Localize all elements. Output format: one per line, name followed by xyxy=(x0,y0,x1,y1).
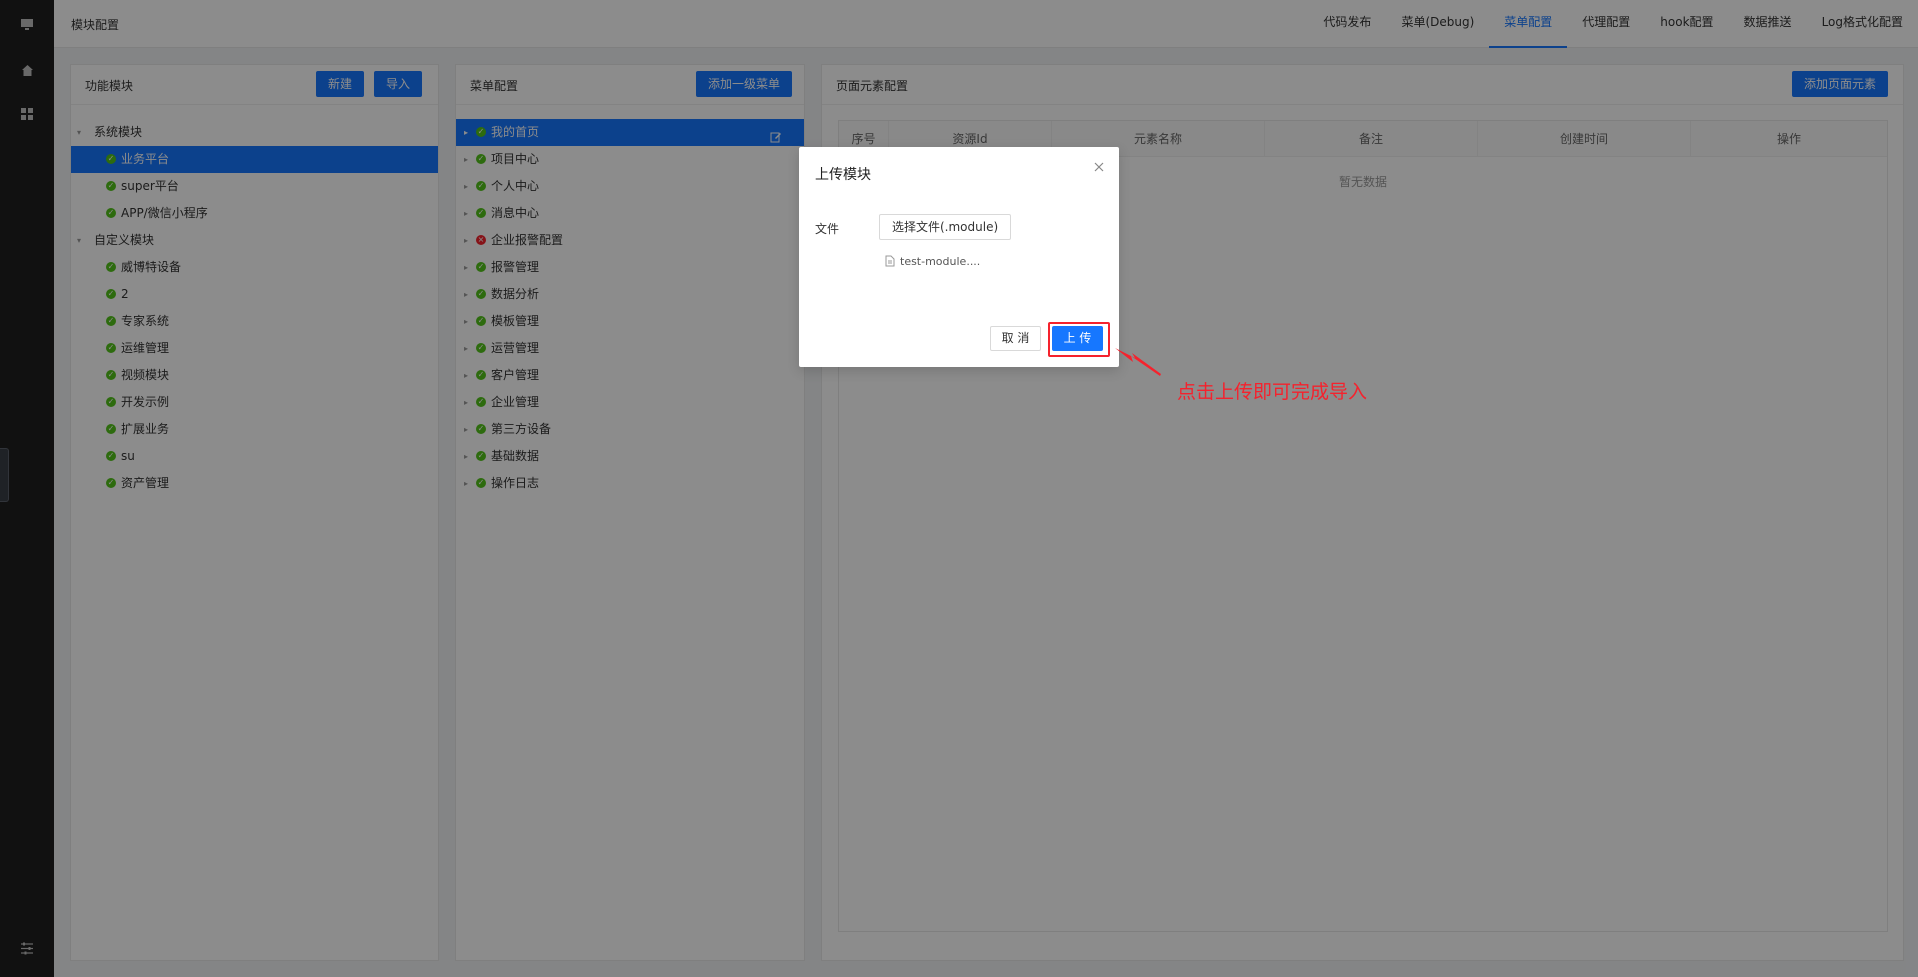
file-label: 文件 xyxy=(815,222,840,236)
file-icon xyxy=(885,255,895,267)
close-icon[interactable] xyxy=(1093,161,1105,173)
choose-file-button[interactable]: 选择文件(.module) xyxy=(879,214,1012,240)
modal-title: 上传模块 xyxy=(815,167,871,183)
file-name: test-module.... xyxy=(900,254,981,268)
selected-file[interactable]: test-module.... xyxy=(885,253,980,269)
annotation-arrow-icon xyxy=(1115,348,1161,376)
annotation-text: 点击上传即可完成导入 xyxy=(1177,381,1368,403)
upload-button-highlight xyxy=(1048,322,1110,357)
cancel-button[interactable]: 取 消 xyxy=(990,326,1041,351)
